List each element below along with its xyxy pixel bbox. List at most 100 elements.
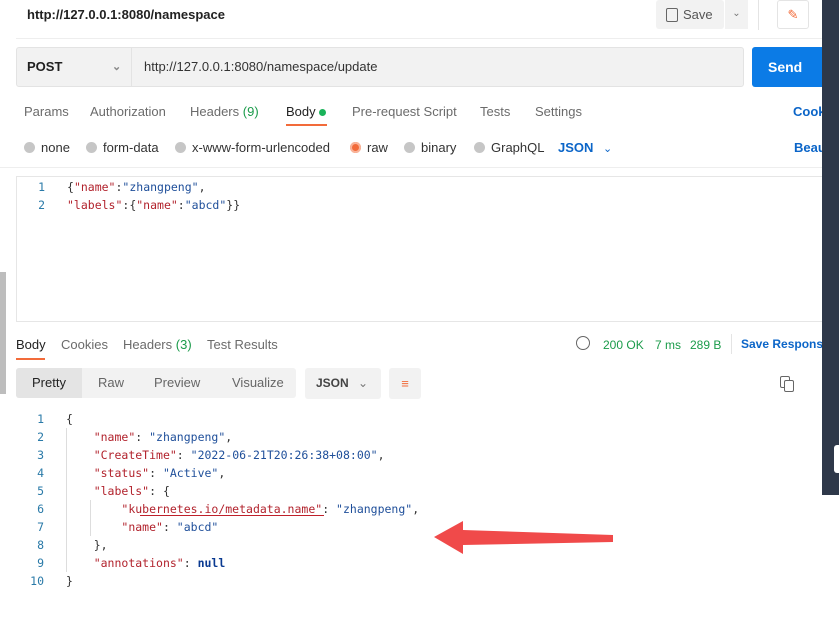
side-scrollbar[interactable] [0, 272, 6, 394]
active-tab-indicator [16, 358, 45, 360]
divider [758, 0, 759, 30]
code-token: "kubernetes.io/metadata.name" [121, 502, 323, 516]
headers-count: (3) [175, 337, 192, 352]
resp-tab-body[interactable]: Body [16, 337, 46, 352]
code-token: "name" [73, 180, 116, 194]
line-number: 2 [38, 198, 45, 212]
tab-tests[interactable]: Tests [480, 104, 510, 119]
code-token: "Active" [162, 466, 219, 480]
method-select[interactable]: POST ⌄ [16, 47, 132, 87]
response-body-viewer[interactable]: 1{2 "name": "zhangpeng", 3 "CreateTime": … [0, 410, 822, 600]
tab-authorization[interactable]: Authorization [90, 104, 166, 119]
divider [16, 38, 822, 39]
response-size: 289 B [690, 338, 722, 352]
tab-params[interactable]: Params [24, 104, 69, 119]
line-number: 5 [37, 484, 44, 498]
request-title: http://127.0.0.1:8080/namespace [27, 7, 225, 22]
tab-label: Body [286, 104, 316, 119]
code-token: } [66, 574, 73, 588]
request-body-editor[interactable]: 1 {"name":"zhangpeng", 2 "labels":{"name":"… [16, 176, 822, 322]
radio-icon [86, 142, 97, 153]
wrap-lines-button[interactable]: ≡ [389, 368, 421, 399]
response-time: 7 ms [655, 338, 682, 352]
response-format-select[interactable]: JSON ⌄ [305, 368, 381, 399]
code-line: "annotations": null [66, 556, 226, 570]
view-preview[interactable]: Preview [154, 375, 200, 390]
radio-graphql[interactable]: GraphQL [474, 140, 544, 155]
code-token: "name" [93, 430, 136, 444]
code-token: : [176, 448, 191, 462]
radio-icon [404, 142, 415, 153]
tab-pre-request-script[interactable]: Pre-request Script [352, 104, 457, 119]
line-number: 3 [37, 448, 44, 462]
radio-icon [175, 142, 186, 153]
chevron-down-icon: ⌄ [112, 61, 122, 73]
resp-tab-cookies[interactable]: Cookies [61, 337, 108, 352]
view-raw[interactable]: Raw [98, 375, 124, 390]
resp-tab-test-results[interactable]: Test Results [207, 337, 278, 352]
code-token: null [197, 556, 226, 570]
arrow-shape [434, 521, 613, 554]
chevron-down-icon: ⌄ [603, 143, 613, 155]
indent-guide [66, 428, 67, 572]
save-response-button[interactable]: Save Respons [741, 337, 823, 351]
radio-none[interactable]: none [24, 140, 70, 155]
tab-settings[interactable]: Settings [535, 104, 582, 119]
radio-x-www-form-urlencoded[interactable]: x-www-form-urlencoded [175, 140, 330, 155]
code-token: , [198, 180, 206, 194]
headers-count: (9) [242, 104, 259, 119]
radio-binary[interactable]: binary [404, 140, 456, 155]
code-token: }} [226, 198, 241, 212]
save-button[interactable]: Save [656, 0, 724, 29]
tab-label: Headers [190, 104, 240, 119]
code-line: "name": "abcd" [66, 520, 218, 534]
method-value: POST [27, 59, 63, 74]
tab-headers[interactable]: Headers (9) [190, 104, 259, 119]
cookies-link[interactable]: Cook [793, 104, 826, 119]
code-token: , [218, 466, 226, 480]
chevron-down-icon: ⌄ [358, 376, 369, 390]
radio-raw[interactable]: raw [350, 140, 388, 155]
indent-guide [90, 500, 91, 536]
send-button[interactable]: Send [752, 47, 832, 87]
copy-icon-front [784, 380, 794, 392]
radio-label: binary [421, 140, 457, 155]
dark-window-handle [834, 445, 839, 473]
annotation-arrow [434, 521, 613, 554]
code-token: "zhangpeng" [149, 430, 226, 444]
code-line: }, [66, 538, 108, 552]
code-token: : [183, 556, 198, 570]
resp-tab-headers[interactable]: Headers (3) [123, 337, 192, 352]
code-token: "abcd" [184, 198, 227, 212]
spellcheck-underline [140, 515, 324, 516]
code-token: "annotations" [93, 556, 184, 570]
divider [0, 167, 822, 168]
divider [731, 334, 732, 354]
url-input[interactable]: http://127.0.0.1:8080/namespace/update [131, 47, 744, 87]
code-token: { [66, 412, 73, 426]
edit-button[interactable]: ✎ [777, 0, 809, 29]
radio-form-data[interactable]: form-data [86, 140, 159, 155]
code-token: "2022-06-21T20:26:38+08:00" [190, 448, 378, 462]
code-token: { [67, 180, 74, 194]
radio-icon [24, 142, 35, 153]
code-token: : [322, 502, 337, 516]
pencil-icon: ✎ [787, 7, 799, 22]
copy-button[interactable] [780, 376, 794, 392]
code-line: "status": "Active", [66, 466, 226, 480]
tab-body[interactable]: Body [286, 104, 327, 119]
view-visualize[interactable]: Visualize [232, 375, 284, 390]
radio-label: raw [367, 140, 388, 155]
line-number: 7 [37, 520, 44, 534]
save-label: Save [683, 7, 713, 22]
body-format-select[interactable]: JSON ⌄ [558, 140, 612, 155]
view-pretty[interactable]: Pretty [16, 368, 82, 398]
radio-selected-icon [350, 142, 361, 153]
save-dropdown-button[interactable]: ⌄ [725, 0, 748, 29]
code-token: "name" [121, 520, 163, 534]
code-token: "zhangpeng" [122, 180, 199, 194]
dark-window-edge [822, 0, 839, 495]
